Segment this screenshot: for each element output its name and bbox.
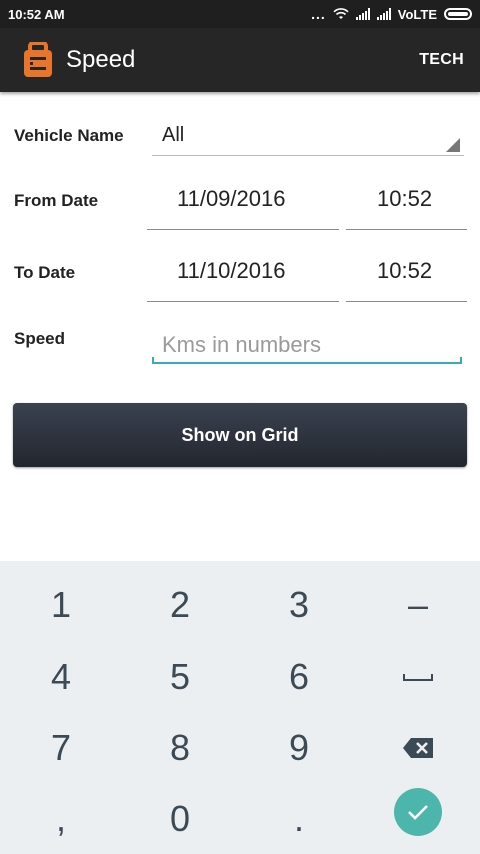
from-time-underline xyxy=(346,229,467,230)
to-time-field[interactable]: 10:52 xyxy=(377,258,432,284)
key-2[interactable]: 2 xyxy=(120,569,240,641)
key-7[interactable]: 7 xyxy=(1,712,121,784)
status-bar: 10:52 AM ... VoLTE xyxy=(0,0,480,28)
from-time-field[interactable]: 10:52 xyxy=(377,186,432,212)
speed-input-underline xyxy=(152,357,462,364)
signal-icon-1 xyxy=(355,8,370,20)
from-date-field[interactable]: 11/09/2016 xyxy=(177,186,285,212)
show-on-grid-button[interactable]: Show on Grid xyxy=(13,403,467,467)
key-3[interactable]: 3 xyxy=(239,569,359,641)
app-logo-icon xyxy=(24,42,52,77)
to-date-underline xyxy=(147,301,339,302)
status-time: 10:52 AM xyxy=(8,6,65,22)
key-1[interactable]: 1 xyxy=(1,569,121,641)
dropdown-underline xyxy=(152,155,464,156)
vehicle-name-label: Vehicle Name xyxy=(14,126,124,145)
network-type: VoLTE xyxy=(397,6,437,22)
key-9[interactable]: 9 xyxy=(239,712,359,784)
status-icons: ... VoLTE xyxy=(311,6,472,22)
battery-icon xyxy=(444,8,472,20)
speed-label: Speed xyxy=(14,329,66,348)
from-date-label: From Date xyxy=(14,191,99,210)
tech-button[interactable]: TECH xyxy=(419,51,464,69)
key-8[interactable]: 8 xyxy=(120,712,240,784)
key-space[interactable] xyxy=(358,641,478,713)
done-button[interactable] xyxy=(394,788,442,836)
to-date-label: To Date xyxy=(14,263,76,282)
vehicle-name-dropdown[interactable]: All xyxy=(152,118,464,156)
vehicle-name-value: All xyxy=(162,124,185,146)
key-0[interactable]: 0 xyxy=(120,783,240,854)
key-6[interactable]: 6 xyxy=(239,641,359,713)
page-title: Speed xyxy=(66,46,136,73)
app-bar: Speed TECH xyxy=(0,28,480,92)
key-4[interactable]: 4 xyxy=(1,641,121,713)
from-date-underline xyxy=(147,229,339,230)
speed-input[interactable] xyxy=(152,326,462,364)
notification-dots: ... xyxy=(311,6,326,22)
key-comma[interactable]: , xyxy=(1,783,121,854)
checkmark-icon xyxy=(408,805,428,820)
signal-icon-2 xyxy=(376,8,391,20)
key-minus[interactable]: – xyxy=(358,569,478,641)
numeric-keyboard: 1 2 3 – 4 5 6 7 8 9 , 0 . xyxy=(0,561,480,854)
wifi-icon xyxy=(333,8,349,19)
key-period[interactable]: . xyxy=(239,783,359,854)
to-date-field[interactable]: 11/10/2016 xyxy=(177,258,285,284)
key-5[interactable]: 5 xyxy=(120,641,240,713)
backspace-icon xyxy=(403,738,433,758)
space-bar-icon xyxy=(403,674,433,681)
key-done[interactable] xyxy=(358,776,478,848)
key-backspace[interactable] xyxy=(358,712,478,784)
to-time-underline xyxy=(346,301,467,302)
dropdown-arrow-icon xyxy=(446,138,460,152)
